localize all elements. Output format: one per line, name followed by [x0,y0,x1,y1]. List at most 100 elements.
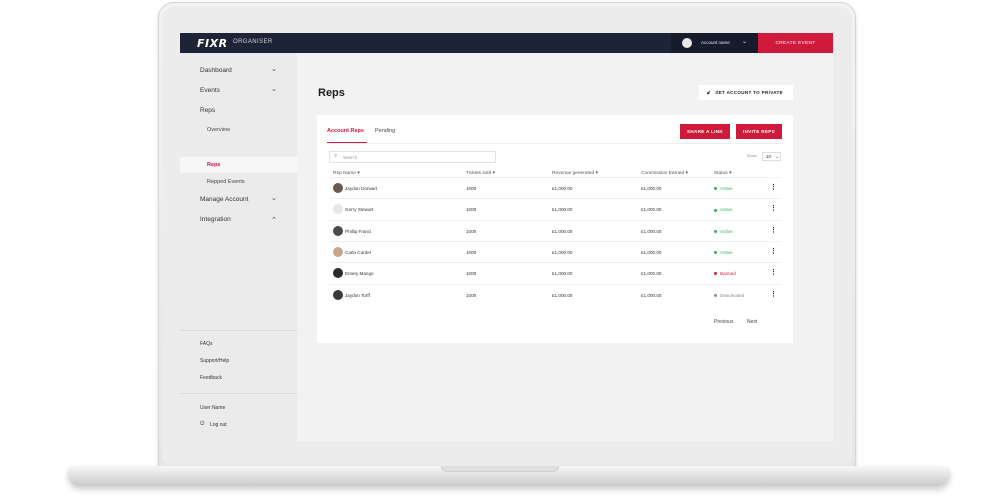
status-badge: Banned [714,271,736,276]
rep-name[interactable]: Phillip Franci [345,229,371,234]
previous-page-link[interactable]: Previous [714,319,733,325]
status-label: Deactivated [720,292,745,298]
search-input[interactable]: ⌕ Search [329,151,496,163]
create-event-button[interactable]: CREATE EVENT [758,33,833,53]
tab-account-reps[interactable]: Account Reps [327,128,364,134]
commission-earned: £1,000.00 [641,228,662,234]
status-dot [714,251,717,255]
rep-name[interactable]: Gerry Stewart [345,207,373,212]
status-badge: Deactivated [714,293,744,298]
chevron-down-icon[interactable]: ⌄ [271,194,277,202]
table-row[interactable]: Emery Mango 1000 £1,000.00 £1,000.00 Banned ⋮ [329,262,781,283]
column-header-rep-name[interactable]: Rep Name ▾ [333,171,360,176]
status-dot [714,293,717,297]
more-options-icon[interactable]: ⋮ [770,226,777,236]
tickets-sold: 1000 [466,228,477,234]
tickets-sold: 1000 [466,207,477,213]
logout-link[interactable]: Log out [210,422,227,428]
commission-earned: £1,000.00 [641,292,662,298]
status-dot [714,187,717,191]
tabs-divider [327,143,783,144]
avatar [682,38,692,48]
commission-earned: £1,000.00 [641,186,662,191]
sidebar-item-dashboard[interactable]: Dashboard [200,67,232,74]
tickets-sold: 1000 [466,292,477,298]
search-placeholder: Search [343,155,358,160]
page-size-select[interactable]: 10 ⌄ [762,152,781,161]
status-dot [714,208,717,212]
sidebar-subitem-active-bg [180,157,297,173]
avatar [333,268,343,279]
rep-name[interactable]: Carla Carder [345,250,371,255]
tab-pending[interactable]: Pending [375,128,395,134]
more-options-icon[interactable]: ⋮ [770,268,777,278]
fixr-logo[interactable]: FIXR [197,37,228,50]
avatar [333,225,343,236]
column-header-revenue[interactable]: Revenue generated ▾ [552,171,598,176]
tickets-sold: 1000 [466,271,477,277]
sidebar-divider [180,330,297,331]
sidebar-subitem-overview[interactable]: Overview [207,127,230,133]
account-menu[interactable]: Account name ⌄ [671,33,758,53]
status-badge: Active [714,207,733,212]
lock-icon: 🔓︎ [707,90,711,95]
more-options-icon[interactable]: ⋮ [770,183,777,193]
laptop-notch [441,466,559,472]
app-screen: FIXR ORGANISER Account name ⌄ CREATE EVE… [180,33,833,441]
tickets-sold: 1000 [466,249,477,255]
status-label: Active [720,207,733,213]
table-row[interactable]: Gerry Stewart 1000 £1,000.00 £1,000.00 Activ… [329,198,781,219]
set-private-button[interactable]: 🔓︎ SET ACCOUNT TO PRIVATE [699,85,793,100]
section-label: ORGANISER [233,39,273,45]
more-options-icon[interactable]: ⋮ [770,204,777,214]
table-row[interactable]: Jaydon Torff 1000 £1,000.00 £1,000.00 Deacti… [329,283,781,305]
column-header-commission[interactable]: Commission Earned ▾ [641,171,688,176]
sidebar-item-manage-account[interactable]: Manage Account [200,196,248,203]
sidebar-item-events[interactable]: Events [200,87,220,94]
top-bar: FIXR ORGANISER Account name ⌄ CREATE EVE… [180,33,833,53]
tickets-sold: 1000 [466,186,477,191]
support-link[interactable]: Support/Help [200,358,229,364]
sidebar: Dashboard ⌄ Events ⌄ Reps Overview Reps … [180,53,297,441]
more-options-icon[interactable]: ⋮ [770,247,777,257]
sidebar-item-integration[interactable]: Integration [200,216,231,223]
chevron-down-icon: ⌄ [775,154,780,159]
sidebar-subitem-repped-events[interactable]: Repped Events [207,179,245,185]
more-options-icon[interactable]: ⋮ [770,290,777,300]
rep-name[interactable]: Jaydon Torff [345,293,370,298]
chevron-up-icon[interactable]: ⌃ [271,216,277,224]
status-badge: Active [714,229,733,234]
avatar [333,289,343,300]
table-row[interactable]: Phillip Franci 1000 £1,000.00 £1,000.00 Acti… [329,219,781,241]
status-dot [714,272,717,276]
revenue-generated: £1,000.00 [552,249,573,255]
commission-earned: £1,000.00 [641,207,662,213]
sidebar-item-reps[interactable]: Reps [200,107,215,114]
page-size-value: 10 [766,154,772,159]
next-page-link[interactable]: Next [747,319,757,325]
chevron-down-icon: ⌄ [742,39,748,45]
invite-reps-button[interactable]: INVITE REPS [736,124,782,139]
sidebar-subitem-reps[interactable]: Reps [207,162,220,168]
chevron-down-icon[interactable]: ⌄ [271,65,277,73]
table-row[interactable]: Jaydon Dorwart 1000 £1,000.00 £1,000.00 Acti… [329,177,781,198]
commission-earned: £1,000.00 [641,271,662,277]
faqs-link[interactable]: FAQs [200,341,213,347]
share-link-button[interactable]: SHARE A LINK [680,124,730,139]
sidebar-divider [180,393,297,394]
commission-earned: £1,000.00 [641,249,662,255]
status-label: Active [720,228,733,234]
status-dot [714,229,717,233]
rep-name[interactable]: Jaydon Dorwart [345,186,377,191]
feedback-link[interactable]: Feedback [200,375,222,381]
status-label: Active [720,249,733,255]
column-header-status[interactable]: Status ▾ [714,171,731,176]
column-header-tickets-sold[interactable]: Tickets sold ▾ [466,171,495,176]
status-badge: Active [714,250,733,255]
table-row[interactable]: Carla Carder 1000 £1,000.00 £1,000.00 Active… [329,240,781,262]
rep-name[interactable]: Emery Mango [345,271,374,276]
avatar [333,204,343,215]
chevron-down-icon[interactable]: ⌄ [271,85,277,93]
avatar [333,183,343,193]
reps-card: Account Reps Pending SHARE A LINK INVITE… [317,115,793,343]
